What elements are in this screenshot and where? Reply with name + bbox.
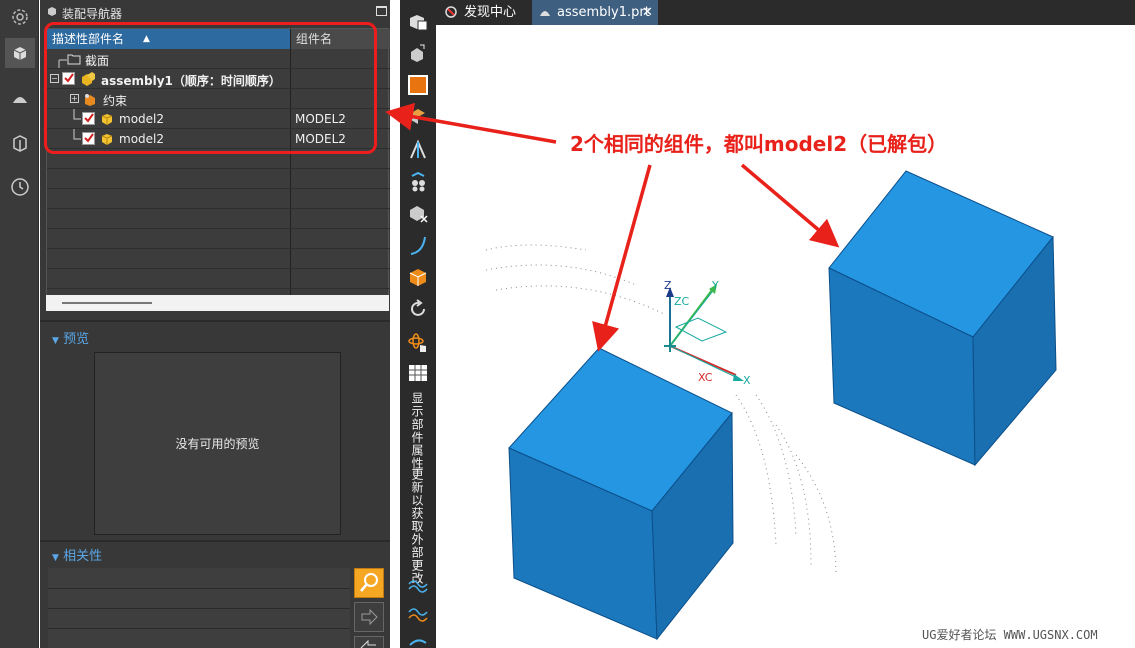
annotation-arrows (385, 102, 840, 352)
watermark: UG爱好者论坛 WWW.UGSNX.COM (922, 628, 1098, 642)
annotation-text: 2个相同的组件，都叫model2（已解包） (570, 132, 948, 156)
nx-window: 装配导航器 描述性部件名 ▲ 组件名 截面 − assembly1（顺序：时间顺… (0, 0, 1135, 648)
